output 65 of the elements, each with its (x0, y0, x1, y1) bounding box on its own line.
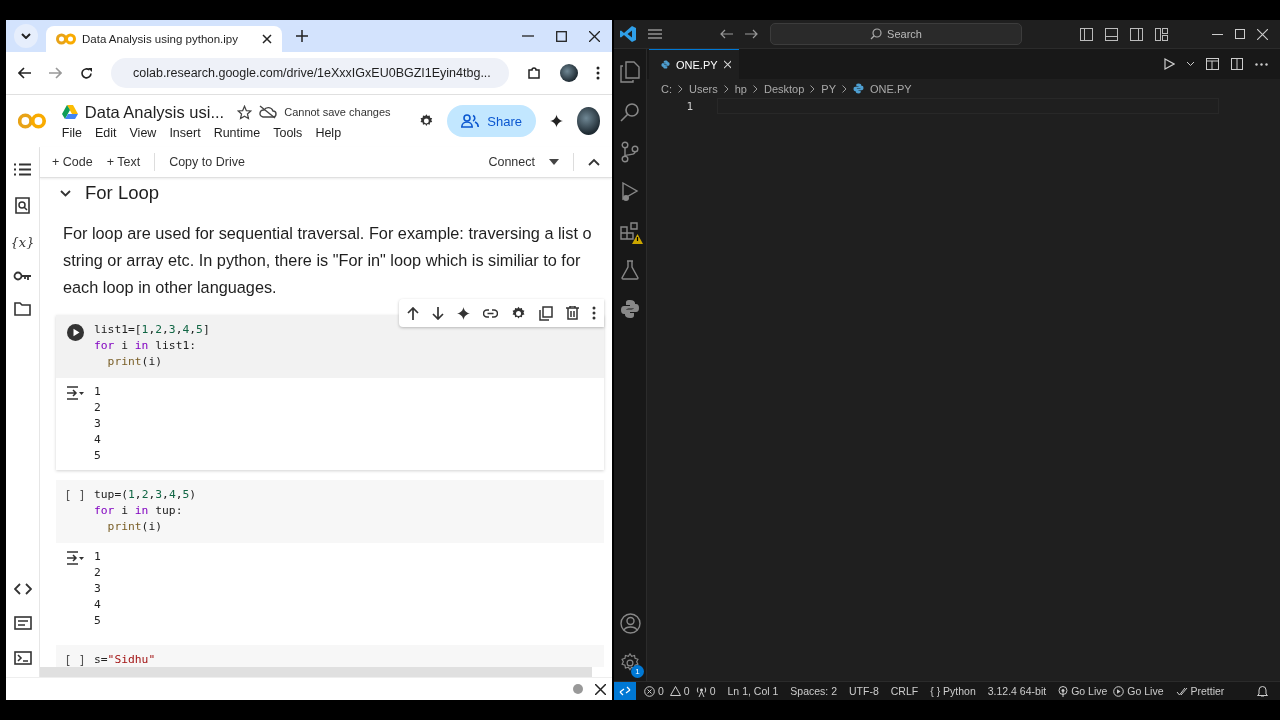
address-bar[interactable]: colab.research.google.com/drive/1eXxxIGxEU0BGZI1Eyin4tbg... (111, 58, 509, 88)
output-line: 2 (94, 400, 101, 416)
menu-item[interactable]: Help (315, 125, 342, 140)
status-item[interactable]: Spaces: 2 (790, 685, 838, 697)
breadcrumb-item[interactable]: hp (734, 82, 747, 95)
code-line: for i in list1: (94, 338, 198, 354)
code-editor[interactable]: [ ] s="Sidhu" (56, 645, 604, 667)
status-item[interactable]: Prettier (1175, 685, 1225, 697)
share-button[interactable]: Share (447, 105, 537, 137)
section-heading: For Loop (85, 182, 160, 204)
breadcrumb-item[interactable]: ONE.PY (870, 82, 912, 95)
execution-count[interactable]: [ ] (64, 654, 86, 667)
menu-item[interactable]: Insert (169, 125, 201, 140)
status-item[interactable]: Ln 1, Col 1 (727, 685, 779, 697)
editor-tab[interactable]: ONE.PY (649, 49, 739, 79)
output-line: 4 (94, 432, 101, 448)
output-line: 3 (94, 416, 101, 432)
breadcrumb-item[interactable]: C: (661, 82, 672, 95)
connect-button[interactable]: Connect (488, 155, 535, 169)
breadcrumb-item[interactable]: Desktop (764, 82, 805, 95)
output-line: 1 (94, 384, 101, 400)
warning-count[interactable]: 0 (669, 685, 690, 697)
status-item[interactable]: UTF-8 (849, 685, 879, 697)
output-line: 3 (94, 581, 101, 597)
status-item[interactable]: Go Live (1113, 685, 1164, 697)
code-line: print(i) (106, 519, 163, 535)
code-line: tup=(1,2,3,4,5) (94, 487, 197, 503)
ports-count[interactable]: 0 (695, 685, 716, 697)
menu-item[interactable]: Tools (273, 125, 303, 140)
add-text-button[interactable]: + Text (106, 155, 141, 169)
output-line: 4 (94, 597, 101, 613)
status-item[interactable]: 3.12.4 64-bit (987, 685, 1047, 697)
browser-tab[interactable]: Data Analysis using python.ipy (46, 26, 282, 52)
save-status: Cannot save changes (284, 106, 391, 118)
output-line: 5 (94, 613, 101, 629)
code-line: s="Sidhu" (94, 652, 156, 667)
variables-icon[interactable]: {x} (10, 235, 35, 250)
code-line: print(i) (106, 354, 163, 370)
copy-to-drive-button[interactable]: Copy to Drive (169, 155, 245, 169)
execution-count[interactable]: [ ] (64, 489, 86, 503)
code-editor[interactable]: [ ] tup=(1,2,3,4,5) for i in tup: print(i) (56, 480, 604, 543)
url-text: colab.research.google.com/drive/1eXxxIGxEU0BGZI1Eyin4tbg... (133, 66, 491, 80)
output-line: 1 (94, 549, 101, 565)
status-item[interactable]: CRLF (890, 685, 919, 697)
error-count[interactable]: 0 (644, 685, 664, 697)
output-line: 5 (94, 448, 101, 464)
breadcrumb-item[interactable]: Users (689, 82, 718, 95)
notebook-title[interactable]: Data Analysis usi... (84, 102, 225, 122)
menu-item[interactable]: Runtime (213, 125, 261, 140)
breadcrumb-item[interactable]: PY (821, 82, 837, 95)
code-editor[interactable]: list1=[1,2,3,4,5] for i in list1: print(i) (56, 315, 604, 378)
line-number: 1 (685, 99, 694, 113)
add-code-button[interactable]: + Code (52, 155, 93, 169)
search-field[interactable]: Search (770, 23, 1022, 45)
status-item[interactable]: { } Python (930, 685, 976, 697)
notification-badge: 1 (631, 665, 644, 678)
code-line: list1=[1,2,3,4,5] (94, 322, 210, 338)
status-item[interactable]: Go Live (1058, 685, 1108, 697)
output-line: 2 (94, 565, 101, 581)
code-line: for i in tup: (94, 503, 184, 519)
tab-title: Data Analysis using python.ipy (82, 33, 239, 45)
text-paragraph: For loop are used for sequential traversal. For example: traversing a list o string or array etc. In python, there is "For in" loop which is similiar to for each loop in other languages. (63, 223, 593, 298)
menu-item[interactable]: View (129, 125, 157, 140)
menu-item[interactable]: Edit (94, 125, 117, 140)
menu-item[interactable]: File (61, 125, 82, 140)
